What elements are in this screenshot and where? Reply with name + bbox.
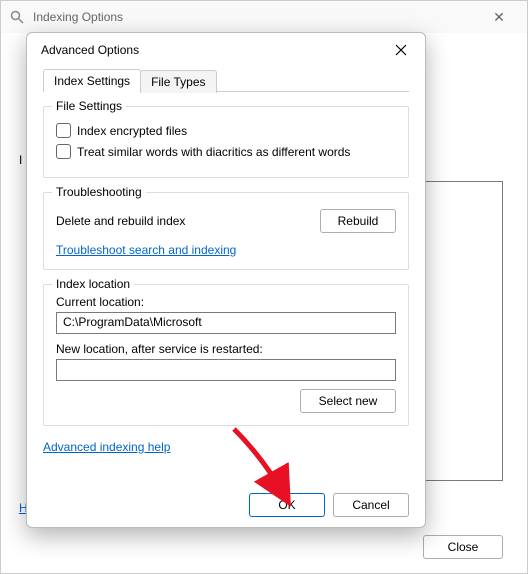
ok-button[interactable]: OK [249, 493, 325, 517]
rebuild-desc: Delete and rebuild index [56, 214, 185, 228]
current-location-label: Current location: [56, 295, 396, 309]
index-location-legend: Index location [52, 277, 134, 291]
parent-close-button[interactable]: ✕ [479, 9, 519, 26]
parent-title: Indexing Options [33, 10, 479, 24]
index-encrypted-label: Index encrypted files [77, 124, 187, 138]
advanced-options-dialog: Advanced Options Index Settings File Typ… [26, 32, 426, 528]
advanced-indexing-help-link[interactable]: Advanced indexing help [43, 440, 170, 454]
modal-body: Index Settings File Types File Settings … [27, 69, 425, 426]
select-new-row: Select new [56, 389, 396, 413]
tab-index-settings[interactable]: Index Settings [43, 69, 141, 92]
tab-file-types[interactable]: File Types [140, 70, 216, 93]
modal-footer: OK Cancel [249, 493, 409, 517]
parent-side-label: I [19, 153, 22, 167]
new-location-label: New location, after service is restarted… [56, 342, 396, 356]
troubleshoot-link[interactable]: Troubleshoot search and indexing [56, 243, 236, 257]
file-settings-legend: File Settings [52, 99, 126, 113]
index-location-group: Index location Current location: C:\Prog… [43, 284, 409, 426]
rebuild-row: Delete and rebuild index Rebuild [56, 209, 396, 233]
modal-close-button[interactable] [387, 36, 415, 64]
file-settings-group: File Settings Index encrypted files Trea… [43, 106, 409, 178]
diacritics-label: Treat similar words with diacritics as d… [77, 145, 350, 159]
parent-titlebar: Indexing Options ✕ [1, 1, 527, 33]
rebuild-button[interactable]: Rebuild [320, 209, 396, 233]
modal-titlebar: Advanced Options [27, 33, 425, 67]
troubleshooting-legend: Troubleshooting [52, 185, 146, 199]
parent-close-btn[interactable]: Close [423, 535, 503, 559]
diacritics-row: Treat similar words with diacritics as d… [56, 144, 396, 159]
current-location-field[interactable]: C:\ProgramData\Microsoft [56, 312, 396, 334]
select-new-button[interactable]: Select new [300, 389, 396, 413]
new-location-field[interactable] [56, 359, 396, 381]
index-encrypted-checkbox[interactable] [56, 123, 71, 138]
troubleshooting-group: Troubleshooting Delete and rebuild index… [43, 192, 409, 270]
tab-strip: Index Settings File Types [43, 69, 409, 92]
cancel-button[interactable]: Cancel [333, 493, 409, 517]
index-encrypted-row: Index encrypted files [56, 123, 396, 138]
modal-title: Advanced Options [41, 43, 387, 57]
diacritics-checkbox[interactable] [56, 144, 71, 159]
search-icon [9, 9, 25, 25]
